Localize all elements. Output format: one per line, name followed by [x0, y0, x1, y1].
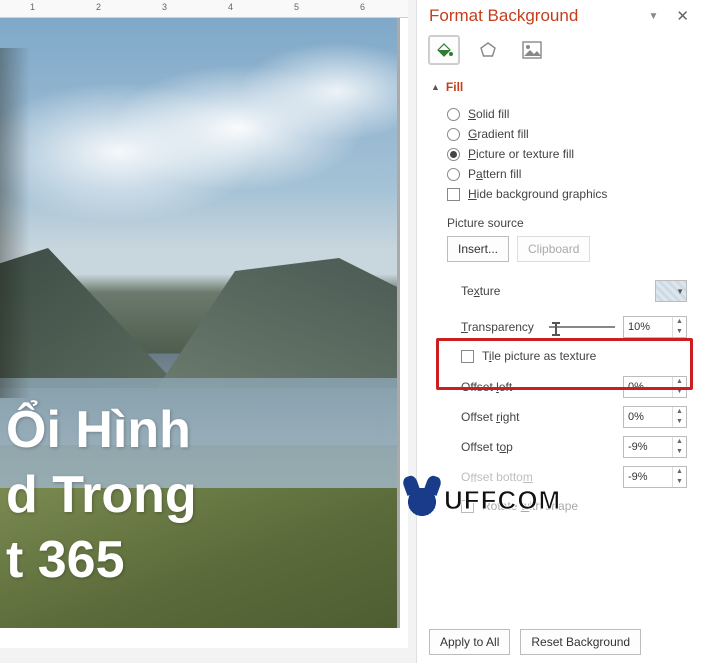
- option-label: Hide background graphics: [468, 187, 607, 201]
- offset-bottom-input[interactable]: [624, 467, 672, 487]
- ruler-mark: 4: [228, 2, 233, 12]
- ruler-mark: 2: [96, 2, 101, 12]
- slide-text-line: Ổi Hình: [6, 398, 380, 463]
- texture-row: Texture ▼: [417, 276, 701, 306]
- spinner-down-icon[interactable]: ▼: [673, 327, 686, 337]
- fill-section-header[interactable]: ▲ Fill: [417, 76, 701, 104]
- option-label: SSolid fillolid fill: [468, 107, 509, 121]
- transparency-input[interactable]: [624, 317, 672, 337]
- spinner-up-icon[interactable]: ▲: [673, 437, 686, 447]
- texture-label: Texture: [461, 284, 500, 298]
- pane-title: Format Background: [429, 6, 578, 26]
- ruler-mark: 5: [294, 2, 299, 12]
- slide-title-text[interactable]: Ổi Hình d Trong t 365: [0, 398, 380, 593]
- fill-section-label: Fill: [446, 80, 463, 94]
- offset-right-input[interactable]: [624, 407, 672, 427]
- spinner-up-icon[interactable]: ▲: [673, 377, 686, 387]
- slider-thumb-icon: [555, 322, 557, 336]
- transparency-row: Transparency ▲▼: [417, 312, 701, 342]
- apply-to-all-button[interactable]: Apply to All: [429, 629, 510, 655]
- hide-bg-graphics-option[interactable]: Hide background graphics: [447, 184, 689, 204]
- pattern-fill-option[interactable]: Pattern fill: [447, 164, 689, 184]
- checkbox-icon: [461, 350, 474, 363]
- fill-options: SSolid fillolid fill Gradient fill Pictu…: [417, 104, 701, 204]
- horizontal-ruler: 1 2 3 4 5 6: [0, 0, 408, 18]
- slide-text-line: d Trong: [6, 463, 380, 528]
- pane-header: Format Background ▼ ✕: [417, 0, 701, 36]
- solid-fill-option[interactable]: SSolid fillolid fill: [447, 104, 689, 124]
- pane-options-dropdown[interactable]: ▼: [649, 11, 659, 22]
- offset-top-spinner[interactable]: ▲▼: [623, 436, 687, 458]
- option-label: Tile picture as texture: [482, 349, 596, 363]
- radio-icon: [447, 168, 460, 181]
- checkbox-icon: [447, 188, 460, 201]
- offset-right-spinner[interactable]: ▲▼: [623, 406, 687, 428]
- offset-top-label: Offset top: [461, 440, 513, 454]
- option-label: Picture or texture fill: [468, 147, 574, 161]
- watermark-text: UFFCOM: [444, 485, 561, 516]
- spinner-up-icon[interactable]: ▲: [673, 407, 686, 417]
- paint-bucket-icon: [434, 40, 454, 60]
- fill-tab[interactable]: [429, 36, 459, 64]
- tile-picture-option[interactable]: Tile picture as texture: [417, 346, 701, 366]
- option-label: Gradient fill: [468, 127, 529, 141]
- slide-editor: 1 2 3 4 5 6 Ổi Hình d Trong t 365: [0, 0, 408, 648]
- spinner-up-icon[interactable]: ▲: [673, 317, 686, 327]
- ruler-mark: 6: [360, 2, 365, 12]
- offset-left-row: Offset left ▲▼: [417, 372, 701, 402]
- watermark-logo: UFFCOM: [402, 478, 602, 522]
- spinner-down-icon[interactable]: ▼: [673, 387, 686, 397]
- gradient-fill-option[interactable]: Gradient fill: [447, 124, 689, 144]
- pentagon-icon: [478, 40, 498, 60]
- transparency-spinner[interactable]: ▲▼: [623, 316, 687, 338]
- transparency-slider[interactable]: [549, 321, 615, 333]
- format-background-pane: Format Background ▼ ✕ ▲: [416, 0, 701, 663]
- slide-canvas[interactable]: Ổi Hình d Trong t 365: [0, 18, 400, 628]
- ruler-mark: 3: [162, 2, 167, 12]
- spinner-down-icon[interactable]: ▼: [673, 447, 686, 457]
- chevron-down-icon: ▼: [676, 287, 686, 296]
- radio-icon: [447, 148, 460, 161]
- collapse-triangle-icon: ▲: [431, 82, 440, 92]
- offset-bottom-spinner[interactable]: ▲▼: [623, 466, 687, 488]
- bull-icon: [402, 480, 442, 520]
- tree-shape: [0, 48, 30, 398]
- transparency-label: Transparency: [461, 320, 534, 334]
- picture-tab[interactable]: [517, 36, 547, 64]
- picture-fill-option[interactable]: Picture or texture fill: [447, 144, 689, 164]
- effects-tab[interactable]: [473, 36, 503, 64]
- category-tabs: [417, 36, 701, 76]
- radio-icon: [447, 108, 460, 121]
- slide-text-line: t 365: [6, 528, 380, 593]
- offset-right-label: Offset right: [461, 410, 520, 424]
- ruler-mark: 1: [30, 2, 35, 12]
- clipboard-button[interactable]: Clipboard: [517, 236, 590, 262]
- offset-left-input[interactable]: [624, 377, 672, 397]
- radio-icon: [447, 128, 460, 141]
- spinner-up-icon[interactable]: ▲: [673, 467, 686, 477]
- offset-top-input[interactable]: [624, 437, 672, 457]
- offset-left-spinner[interactable]: ▲▼: [623, 376, 687, 398]
- offset-right-row: Offset right ▲▼: [417, 402, 701, 432]
- option-label: Pattern fill: [468, 167, 521, 181]
- picture-source-label: Picture source: [417, 204, 701, 236]
- spinner-down-icon[interactable]: ▼: [673, 477, 686, 487]
- insert-picture-button[interactable]: Insert...: [447, 236, 509, 262]
- offset-left-label: Offset left: [461, 380, 512, 394]
- offset-top-row: Offset top ▲▼: [417, 432, 701, 462]
- picture-icon: [522, 41, 542, 59]
- texture-picker-button[interactable]: ▼: [655, 280, 687, 302]
- spinner-down-icon[interactable]: ▼: [673, 417, 686, 427]
- reset-background-button[interactable]: Reset Background: [520, 629, 641, 655]
- close-pane-button[interactable]: ✕: [676, 7, 689, 25]
